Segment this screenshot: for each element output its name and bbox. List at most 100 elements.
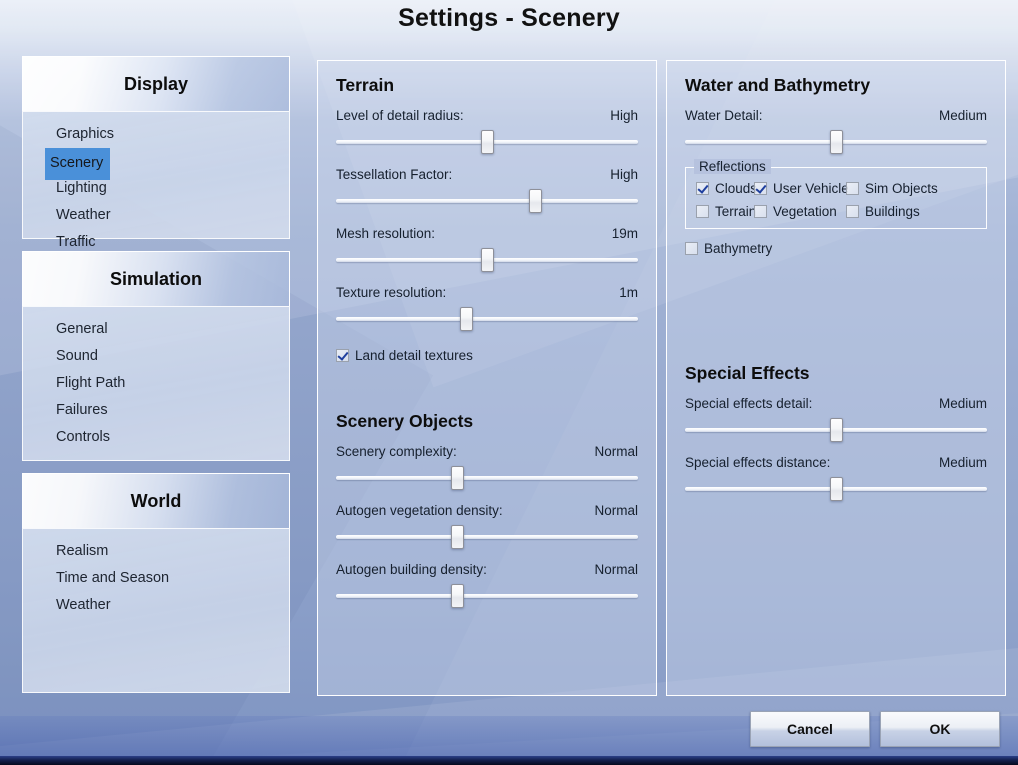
checkbox-box-icon[interactable]: [754, 205, 767, 218]
sidebar-item-graphics[interactable]: Graphics: [23, 121, 289, 148]
sidebar-item-label: Realism: [56, 543, 109, 559]
slider-thumb[interactable]: [450, 525, 464, 549]
checkbox-reflection-terrain[interactable]: Terrain: [696, 204, 756, 219]
sidebar-item-weather[interactable]: Weather: [23, 202, 289, 229]
setting-special-effects-distance: Special effects distance: Medium: [685, 455, 987, 501]
setting-label: Special effects detail:: [685, 396, 813, 411]
sidebar-item-controls[interactable]: Controls: [23, 424, 289, 451]
slider-special-effects-detail[interactable]: [685, 418, 987, 442]
sidebar-item-label: Time and Season: [56, 570, 170, 586]
checkbox-box-icon[interactable]: [685, 242, 698, 255]
section-title-scenery-objects: Scenery Objects: [336, 411, 474, 431]
setting-label: Autogen vegetation density:: [336, 503, 503, 518]
slider-thumb[interactable]: [481, 248, 494, 272]
sidebar-item-label: Weather: [56, 597, 111, 613]
slider-thumb[interactable]: [830, 418, 843, 442]
setting-value: Medium: [938, 108, 987, 123]
sidebar-item-label: General: [56, 321, 108, 337]
checkbox-reflection-clouds[interactable]: Clouds: [696, 181, 757, 196]
sidebar-group-header-display: Display: [22, 56, 290, 111]
setting-autogen-vegetation-density: Autogen vegetation density: Normal: [336, 503, 638, 549]
slider-water-detail[interactable]: [685, 130, 987, 154]
slider-track[interactable]: [336, 199, 638, 203]
slider-mesh-resolution[interactable]: [336, 248, 638, 272]
slider-thumb[interactable]: [830, 130, 843, 154]
checkbox-box-icon[interactable]: [696, 205, 709, 218]
slider-special-effects-distance[interactable]: [685, 477, 987, 501]
slider-thumb[interactable]: [529, 189, 543, 213]
slider-autogen-vegetation-density[interactable]: [336, 525, 638, 549]
setting-mesh-resolution: Mesh resolution: 19m: [336, 226, 638, 272]
setting-value: Normal: [594, 444, 638, 459]
slider-track[interactable]: [336, 476, 638, 480]
setting-value: 19m: [611, 226, 638, 241]
checkbox-box-icon[interactable]: [846, 182, 859, 195]
checkbox-bathymetry[interactable]: Bathymetry: [685, 241, 772, 256]
setting-value: 1m: [619, 285, 638, 300]
slider-scenery-complexity[interactable]: [336, 466, 638, 490]
sidebar-item-lighting[interactable]: Lighting: [23, 175, 289, 202]
sidebar-item-weather-world[interactable]: Weather: [23, 592, 289, 619]
slider-autogen-building-density[interactable]: [336, 584, 638, 608]
checkbox-reflection-buildings[interactable]: Buildings: [846, 204, 976, 219]
checkbox-label: User Vehicle: [773, 181, 849, 196]
slider-texture-resolution[interactable]: [336, 307, 638, 331]
setting-label: Texture resolution:: [336, 285, 447, 300]
slider-thumb[interactable]: [481, 130, 494, 154]
sidebar-item-label: Traffic: [56, 234, 96, 250]
setting-label: Special effects distance:: [685, 455, 831, 470]
checkbox-label: Vegetation: [773, 204, 837, 219]
setting-label: Autogen building density:: [336, 562, 487, 577]
checkbox-box-icon[interactable]: [846, 205, 859, 218]
setting-label: Level of detail radius:: [336, 108, 464, 123]
slider-track[interactable]: [336, 535, 638, 539]
slider-thumb[interactable]: [450, 584, 464, 608]
sidebar-item-general[interactable]: General: [23, 316, 289, 343]
setting-label: Scenery complexity:: [336, 444, 457, 459]
checkbox-reflection-sim-objects[interactable]: Sim Objects: [846, 181, 976, 196]
ok-button[interactable]: OK: [880, 711, 1000, 747]
slider-track[interactable]: [336, 317, 638, 321]
sidebar-item-sound[interactable]: Sound: [23, 343, 289, 370]
setting-value: High: [610, 108, 638, 123]
sidebar-item-realism[interactable]: Realism: [23, 538, 289, 565]
slider-thumb[interactable]: [459, 307, 473, 331]
slider-track[interactable]: [336, 594, 638, 598]
slider-tessellation-factor[interactable]: [336, 189, 638, 213]
checkbox-reflection-vegetation[interactable]: Vegetation: [754, 204, 846, 219]
sidebar-item-failures[interactable]: Failures: [23, 397, 289, 424]
setting-scenery-complexity: Scenery complexity: Normal: [336, 444, 638, 490]
setting-special-effects-detail: Special effects detail: Medium: [685, 396, 987, 442]
setting-texture-resolution: Texture resolution: 1m: [336, 285, 638, 331]
sidebar-group-list-simulation: General Sound Flight Path Failures Contr…: [22, 306, 290, 461]
sidebar: Display Graphics Scenery Lighting Weathe…: [22, 56, 290, 693]
groupbox-reflections: Reflections Clouds User Vehicle Sim Obje…: [685, 159, 987, 229]
checkbox-reflection-user-vehicle[interactable]: User Vehicle: [754, 181, 849, 196]
page-title: Settings - Scenery: [398, 4, 620, 32]
sidebar-item-label: Lighting: [56, 180, 107, 196]
sidebar-item-time-and-season[interactable]: Time and Season: [23, 565, 289, 592]
slider-level-of-detail-radius[interactable]: [336, 130, 638, 154]
setting-autogen-building-density: Autogen building density: Normal: [336, 562, 638, 608]
slider-thumb[interactable]: [450, 466, 464, 490]
sidebar-group-list-display: Graphics Scenery Lighting Weather Traffi…: [22, 111, 290, 250]
sidebar-group-list-world: Realism Time and Season Weather: [22, 528, 290, 693]
footer-strip: [0, 756, 1018, 765]
section-title-water: Water and Bathymetry: [685, 75, 871, 95]
groupbox-legend: Reflections: [694, 159, 771, 174]
checkmark-icon[interactable]: [754, 182, 767, 195]
checkbox-land-detail-textures[interactable]: Land detail textures: [336, 348, 473, 363]
checkbox-label: Bathymetry: [704, 241, 773, 256]
checkmark-icon[interactable]: [336, 349, 349, 362]
sidebar-item-flight-path[interactable]: Flight Path: [23, 370, 289, 397]
setting-value: Normal: [594, 503, 638, 518]
setting-label: Water Detail:: [685, 108, 763, 123]
sidebar-item-scenery[interactable]: Scenery: [23, 148, 289, 180]
cancel-button[interactable]: Cancel: [750, 711, 870, 747]
sidebar-item-label: Graphics: [56, 126, 115, 142]
checkmark-icon[interactable]: [696, 182, 709, 195]
slider-thumb[interactable]: [830, 477, 843, 501]
setting-water-detail: Water Detail: Medium: [685, 108, 987, 154]
setting-value: Normal: [594, 562, 638, 577]
